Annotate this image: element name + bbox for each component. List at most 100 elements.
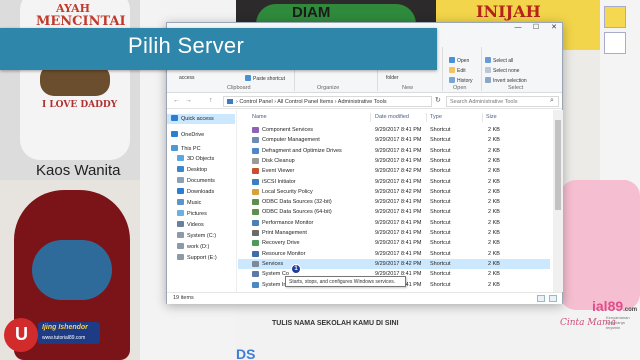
file-type: Shortcut xyxy=(430,168,451,175)
refresh-button[interactable]: ↻ xyxy=(435,96,441,104)
sidebar-item-system-c[interactable]: System (C:) xyxy=(177,231,216,241)
edit-icon xyxy=(449,67,455,73)
sidebar-item-documents[interactable]: Documents xyxy=(177,176,215,186)
ribbon-divider xyxy=(481,47,482,91)
downloads-icon xyxy=(177,188,184,194)
channel-badge-name: Ijing Ishendor xyxy=(42,324,88,331)
sidebar-item-work-d[interactable]: work (D:) xyxy=(177,242,209,252)
sidebar-item-pictures[interactable]: Pictures xyxy=(177,209,207,219)
shortcut-icon xyxy=(252,178,259,185)
file-name: Services xyxy=(262,260,284,267)
file-row[interactable]: Print Management 9/29/2017 8:41 PM Shortcu… xyxy=(238,228,550,238)
up-button[interactable]: ↑ xyxy=(209,97,213,104)
documents-icon xyxy=(177,177,184,183)
edit-button[interactable]: Edit xyxy=(449,67,466,74)
group-open: Open xyxy=(453,85,467,91)
close-button[interactable]: ✕ xyxy=(545,23,563,33)
sidebar-item-label: System (C:) xyxy=(187,233,217,239)
file-date: 9/29/2017 8:41 PM xyxy=(375,230,422,236)
videos-icon xyxy=(177,221,184,227)
minimize-button[interactable]: — xyxy=(509,23,527,33)
file-row[interactable]: Performance Monitor 9/29/2017 8:41 PM Shor… xyxy=(238,218,550,228)
channel-logo: U xyxy=(4,318,38,352)
file-row[interactable]: Computer Management 9/29/2017 8:41 PM Shor… xyxy=(238,135,550,145)
back-button[interactable]: ← xyxy=(173,97,180,104)
shortcut-icon xyxy=(252,219,259,226)
file-size: 2 KB xyxy=(488,147,500,154)
file-row[interactable]: Component Services 9/29/2017 8:41 PM Short… xyxy=(238,125,550,135)
cube-icon xyxy=(177,155,184,161)
vertical-scrollbar[interactable] xyxy=(553,110,563,292)
drive-icon xyxy=(177,232,184,238)
sidebar-item-onedrive[interactable]: OneDrive xyxy=(171,130,204,140)
column-date-modified[interactable]: Date modified xyxy=(375,112,409,123)
file-row[interactable]: Defragment and Optimize Drives 9/29/2017 … xyxy=(238,146,550,156)
file-row[interactable]: Services 9/29/2017 8:42 PM Shortcut 2 KB xyxy=(238,258,550,269)
sidebar-item-label: Desktop xyxy=(187,167,208,173)
shortcut-icon xyxy=(252,188,259,195)
file-row[interactable]: ODBC Data Sources (32-bit) 9/29/2017 8:41… xyxy=(238,197,550,207)
group-clipboard: Clipboard xyxy=(227,85,251,91)
file-name: iSCSI Initiator xyxy=(262,178,296,185)
file-size: 2 KB xyxy=(488,209,500,216)
file-type: Shortcut xyxy=(430,271,451,278)
maximize-button[interactable]: ☐ xyxy=(527,23,545,33)
paste-shortcut-label: Paste shortcut xyxy=(253,76,285,82)
file-size: 2 KB xyxy=(488,168,500,175)
invert-selection-label: Invert selection xyxy=(493,78,527,84)
watermark-suffix: .com xyxy=(623,307,638,313)
file-name: Print Management xyxy=(262,230,307,236)
sidebar-item-videos[interactable]: Videos xyxy=(177,220,204,230)
file-date: 9/29/2017 8:41 PM xyxy=(375,147,422,154)
select-all-button[interactable]: Select all xyxy=(485,57,513,64)
sidebar-item-label: Pictures xyxy=(187,211,207,217)
sidebar-item-label: This PC xyxy=(181,146,201,152)
file-name: ODBC Data Sources (64-bit) xyxy=(262,209,332,216)
sidebar-item-music[interactable]: Music xyxy=(177,198,201,208)
forward-button[interactable]: → xyxy=(185,97,192,104)
file-date: 9/29/2017 8:41 PM xyxy=(375,240,422,247)
invert-selection-button[interactable]: Invert selection xyxy=(485,77,527,84)
file-name: Resource Monitor xyxy=(262,250,306,257)
sidebar-item-desktop[interactable]: Desktop xyxy=(177,165,207,175)
column-name[interactable]: Name xyxy=(252,112,267,123)
pictures-icon xyxy=(177,210,184,216)
sidebar-item-this-pc[interactable]: This PC xyxy=(171,144,201,154)
file-date: 9/29/2017 8:41 PM xyxy=(375,127,422,133)
scrollbar-thumb[interactable] xyxy=(555,120,561,210)
pc-icon xyxy=(171,145,178,151)
sidebar-item-label: Documents xyxy=(187,178,215,184)
file-row[interactable]: Resource Monitor 9/29/2017 8:41 PM Shortcu… xyxy=(238,249,550,259)
sidebar-item-downloads[interactable]: Downloads xyxy=(177,187,214,197)
ribbon-access-label[interactable]: access xyxy=(179,75,195,81)
file-row[interactable]: Event Viewer 9/29/2017 8:42 PM Shortcut 2 K… xyxy=(238,166,550,176)
search-input[interactable]: Search Administrative Tools xyxy=(446,96,559,107)
address-bar[interactable]: › Control Panel › All Control Panel Item… xyxy=(223,96,432,107)
column-size[interactable]: Size xyxy=(486,112,497,123)
open-button[interactable]: Open xyxy=(449,57,469,64)
large-icons-view-button[interactable] xyxy=(549,295,557,302)
file-row[interactable]: iSCSI Initiator 9/29/2017 8:41 PM Shortcut… xyxy=(238,177,550,187)
file-row[interactable]: Recovery Drive 9/29/2017 8:41 PM Shortcut 2… xyxy=(238,238,550,248)
thumbnail-2[interactable] xyxy=(604,32,626,54)
file-row[interactable]: Disk Cleanup 9/29/2017 8:41 PM Shortcut 2 K… xyxy=(238,156,550,166)
column-type[interactable]: Type xyxy=(430,112,442,123)
file-name: Performance Monitor xyxy=(262,219,314,226)
new-folder-button[interactable]: folder xyxy=(386,75,399,81)
shortcut-icon xyxy=(252,260,259,267)
hoodie-art xyxy=(32,240,112,300)
file-row[interactable]: ODBC Data Sources (64-bit) 9/29/2017 8:41… xyxy=(238,207,550,217)
sidebar-item-support-e[interactable]: Support (E:) xyxy=(177,253,217,263)
file-row[interactable]: Local Security Policy 9/29/2017 8:42 PM Sh… xyxy=(238,187,550,197)
sidebar-item-3d-objects[interactable]: 3D Objects xyxy=(177,154,214,164)
edit-label: Edit xyxy=(457,68,466,74)
sidebar-item-quick-access[interactable]: Quick access xyxy=(167,114,235,124)
banner-title: Pilih Server xyxy=(128,33,245,58)
file-name: Component Services xyxy=(262,127,314,133)
select-none-button[interactable]: Select none xyxy=(485,67,519,74)
file-name: Recovery Drive xyxy=(262,240,300,247)
details-view-button[interactable] xyxy=(537,295,545,302)
thumbnail-1[interactable] xyxy=(604,6,626,28)
paste-shortcut-button[interactable]: Paste shortcut xyxy=(245,75,285,82)
history-button[interactable]: History xyxy=(449,77,473,84)
